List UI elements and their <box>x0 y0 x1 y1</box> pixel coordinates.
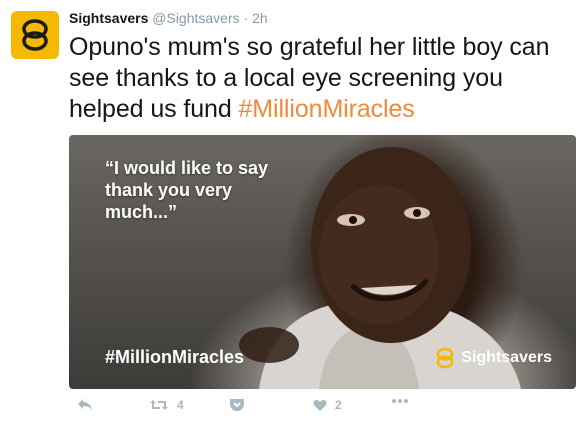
reply-icon <box>78 399 92 410</box>
reply-button[interactable] <box>77 398 93 412</box>
tweet-header: Sightsavers @Sightsavers · 2h <box>69 9 268 27</box>
pocket-button[interactable] <box>229 398 245 412</box>
heart-icon <box>313 399 327 411</box>
retweet-count: 4 <box>177 398 184 412</box>
tweet-media-image[interactable]: “I would like to say thank you very much… <box>69 135 576 389</box>
like-count: 2 <box>335 398 342 412</box>
like-button[interactable]: 2 <box>313 398 342 412</box>
retweet-icon <box>150 400 168 410</box>
avatar[interactable] <box>11 11 59 59</box>
sightsavers-logo-icon <box>436 347 454 369</box>
separator-dot: · <box>243 10 249 26</box>
brand-name: Sightsavers <box>461 349 552 366</box>
author-handle[interactable]: @Sightsavers <box>152 10 239 26</box>
media-hashtag: #MillionMiracles <box>105 347 245 367</box>
media-quote: “I would like to say thank you very much… <box>105 158 269 222</box>
save-pocket-icon <box>230 399 244 411</box>
author-name[interactable]: Sightsavers <box>69 10 148 26</box>
retweet-button[interactable]: 4 <box>149 398 184 412</box>
more-button[interactable] <box>391 398 409 404</box>
hashtag-link[interactable]: #MillionMiracles <box>238 95 414 123</box>
tweet-timestamp[interactable]: 2h <box>252 10 268 26</box>
sightsavers-logo-icon <box>22 19 48 51</box>
media-brand: Sightsavers <box>435 347 552 369</box>
more-dots-icon <box>392 399 408 403</box>
tweet-actions: 4 2 <box>69 398 469 420</box>
tweet-text: Opuno's mum's so grateful her little boy… <box>69 32 574 125</box>
